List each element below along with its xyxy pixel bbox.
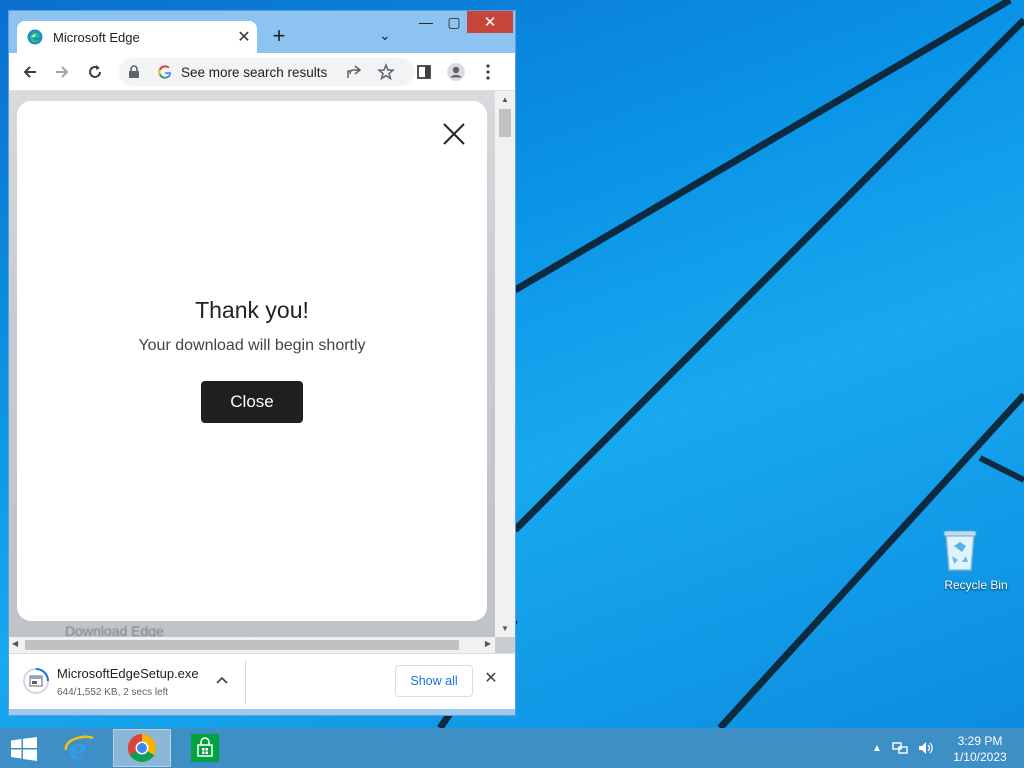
share-icon[interactable]: [343, 61, 365, 83]
reload-icon[interactable]: [84, 61, 106, 83]
profile-icon[interactable]: [445, 61, 467, 83]
network-icon[interactable]: [892, 741, 908, 755]
modal-subtitle: Your download will begin shortly: [138, 337, 366, 354]
menu-icon[interactable]: [477, 61, 499, 83]
tab-search-icon[interactable]: ⌄: [379, 27, 391, 44]
page-content: Download Edge Thank you! Your download w…: [9, 91, 515, 653]
browser-tab[interactable]: Microsoft Edge ✕: [17, 21, 257, 53]
clock-time: 3:29 PM: [957, 734, 1003, 748]
horizontal-scrollbar[interactable]: ◀ ▶: [9, 637, 495, 653]
clock-date: 1/10/2023: [953, 750, 1007, 764]
download-bar-close-icon[interactable]: ✕: [479, 668, 503, 688]
download-status: 644/1,552 KB, 2 secs left: [57, 687, 169, 698]
scroll-right-icon[interactable]: ▶: [485, 639, 491, 648]
back-icon[interactable]: [19, 61, 41, 83]
system-tray: ▲: [872, 740, 934, 756]
browser-toolbar: See more search results: [9, 53, 515, 91]
taskbar: e ▲ 3:29 PM 1/10/2023: [0, 728, 1024, 768]
address-bar[interactable]: See more search results: [119, 58, 415, 86]
horizontal-scroll-thumb[interactable]: [25, 640, 459, 650]
store-icon: [191, 734, 219, 762]
new-tab-button[interactable]: +: [267, 25, 291, 47]
thank-you-modal: Thank you! Your download will begin shor…: [17, 101, 487, 621]
recycle-bin-icon: [943, 526, 996, 574]
vertical-scrollbar[interactable]: ▲ ▼: [495, 91, 515, 637]
volume-icon[interactable]: [918, 741, 934, 755]
taskbar-clock[interactable]: 3:29 PM 1/10/2023: [944, 733, 1016, 765]
recycle-bin[interactable]: Recycle Bin: [940, 526, 1012, 592]
edge-icon: [27, 29, 43, 45]
tab-title: Microsoft Edge: [53, 29, 140, 45]
tab-close-icon[interactable]: ✕: [231, 27, 257, 47]
modal-close-icon[interactable]: [441, 121, 467, 147]
exe-file-icon[interactable]: [23, 668, 49, 694]
maximize-button[interactable]: ▢: [441, 11, 467, 33]
chrome-icon: [128, 734, 156, 762]
chevron-up-icon[interactable]: [213, 672, 231, 687]
lock-icon[interactable]: [125, 65, 143, 79]
show-all-button[interactable]: Show all: [395, 665, 473, 697]
scroll-up-icon[interactable]: ▲: [495, 95, 515, 104]
modal-title: Thank you!: [195, 297, 309, 323]
taskbar-store[interactable]: [176, 729, 234, 767]
internet-explorer-icon: e: [64, 733, 94, 764]
windows-start-icon[interactable]: [10, 737, 38, 761]
minimize-button[interactable]: —: [413, 11, 439, 33]
sidepanel-icon[interactable]: [413, 61, 435, 83]
download-file-name[interactable]: MicrosoftEdgeSetup.exe: [57, 666, 199, 681]
title-bar: Microsoft Edge ✕ + ⌄ — ▢ ✕: [9, 11, 515, 53]
star-icon[interactable]: [375, 61, 397, 83]
scroll-left-icon[interactable]: ◀: [12, 639, 18, 648]
taskbar-chrome[interactable]: [113, 729, 171, 767]
close-button[interactable]: Close: [201, 381, 303, 423]
download-bar: MicrosoftEdgeSetup.exe 644/1,552 KB, 2 s…: [9, 653, 515, 709]
show-hidden-icons-icon[interactable]: ▲: [872, 743, 882, 754]
google-icon: [157, 65, 173, 79]
recycle-bin-label: Recycle Bin: [944, 578, 1008, 592]
taskbar-internet-explorer[interactable]: e: [50, 729, 108, 767]
forward-icon[interactable]: [51, 61, 73, 83]
address-text[interactable]: See more search results: [181, 65, 327, 80]
download-separator: [245, 660, 246, 704]
vertical-scroll-thumb[interactable]: [499, 109, 511, 137]
browser-window: Microsoft Edge ✕ + ⌄ — ▢ ✕ See more sear…: [8, 10, 516, 716]
close-window-button[interactable]: ✕: [467, 11, 513, 33]
scroll-down-icon[interactable]: ▼: [495, 624, 515, 633]
